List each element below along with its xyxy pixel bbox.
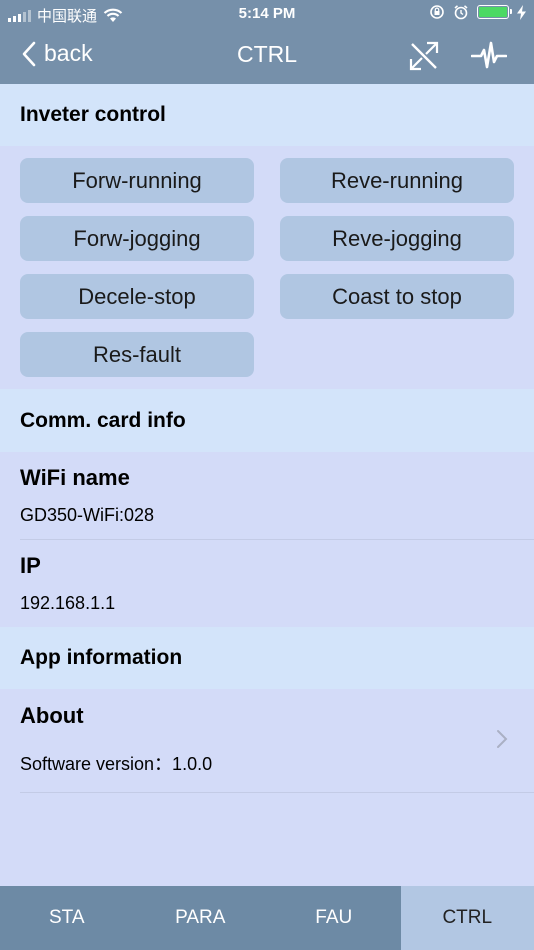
chevron-right-icon bbox=[497, 730, 508, 748]
charging-icon bbox=[517, 4, 526, 20]
wifi-name-label: WiFi name bbox=[20, 465, 130, 490]
section-header-inverter-control: Inveter control bbox=[0, 84, 534, 146]
tab-bar: STA PARA FAU CTRL bbox=[0, 886, 534, 950]
forward-running-button[interactable]: Forw-running bbox=[20, 158, 254, 203]
reset-fault-button[interactable]: Res-fault bbox=[20, 332, 254, 377]
decelerate-stop-button[interactable]: Decele-stop bbox=[20, 274, 254, 319]
status-right bbox=[429, 4, 526, 20]
reverse-jogging-button[interactable]: Reve-jogging bbox=[280, 216, 514, 261]
tab-sta[interactable]: STA bbox=[0, 886, 134, 950]
tab-fau[interactable]: FAU bbox=[267, 886, 401, 950]
ip-label: IP bbox=[20, 553, 41, 578]
about-row[interactable]: About Software version：1.0.0 bbox=[0, 689, 534, 793]
status-bar: 中国联通 5:14 PM bbox=[0, 0, 534, 28]
chevron-left-icon bbox=[22, 41, 36, 66]
divider bbox=[20, 792, 534, 793]
wifi-name-value: GD350-WiFi:028 bbox=[20, 505, 155, 525]
section-header-comm-card-info: Comm. card info bbox=[0, 389, 534, 452]
section-header-app-information: App information bbox=[0, 627, 534, 689]
about-label: About bbox=[20, 703, 84, 728]
software-version: Software version：1.0.0 bbox=[20, 754, 213, 774]
tab-para[interactable]: PARA bbox=[134, 886, 268, 950]
battery-icon bbox=[477, 5, 512, 19]
navigation-bar: back CTRL bbox=[0, 28, 534, 84]
divider bbox=[20, 539, 534, 540]
waveform-icon bbox=[471, 41, 507, 69]
back-button[interactable]: back bbox=[22, 40, 93, 67]
no-connection-icon bbox=[409, 41, 439, 71]
monitor-button[interactable] bbox=[469, 36, 509, 76]
orientation-lock-icon bbox=[430, 5, 444, 19]
forward-jogging-button[interactable]: Forw-jogging bbox=[20, 216, 254, 261]
alarm-icon bbox=[454, 5, 468, 20]
top-bar: 中国联通 5:14 PM back CTRL bbox=[0, 0, 534, 84]
coast-to-stop-button[interactable]: Coast to stop bbox=[280, 274, 514, 319]
tab-ctrl[interactable]: CTRL bbox=[400, 886, 534, 950]
reverse-running-button[interactable]: Reve-running bbox=[280, 158, 514, 203]
connection-button[interactable] bbox=[404, 36, 444, 76]
ip-value: 192.168.1.1 bbox=[20, 593, 116, 613]
back-label: back bbox=[44, 40, 93, 66]
